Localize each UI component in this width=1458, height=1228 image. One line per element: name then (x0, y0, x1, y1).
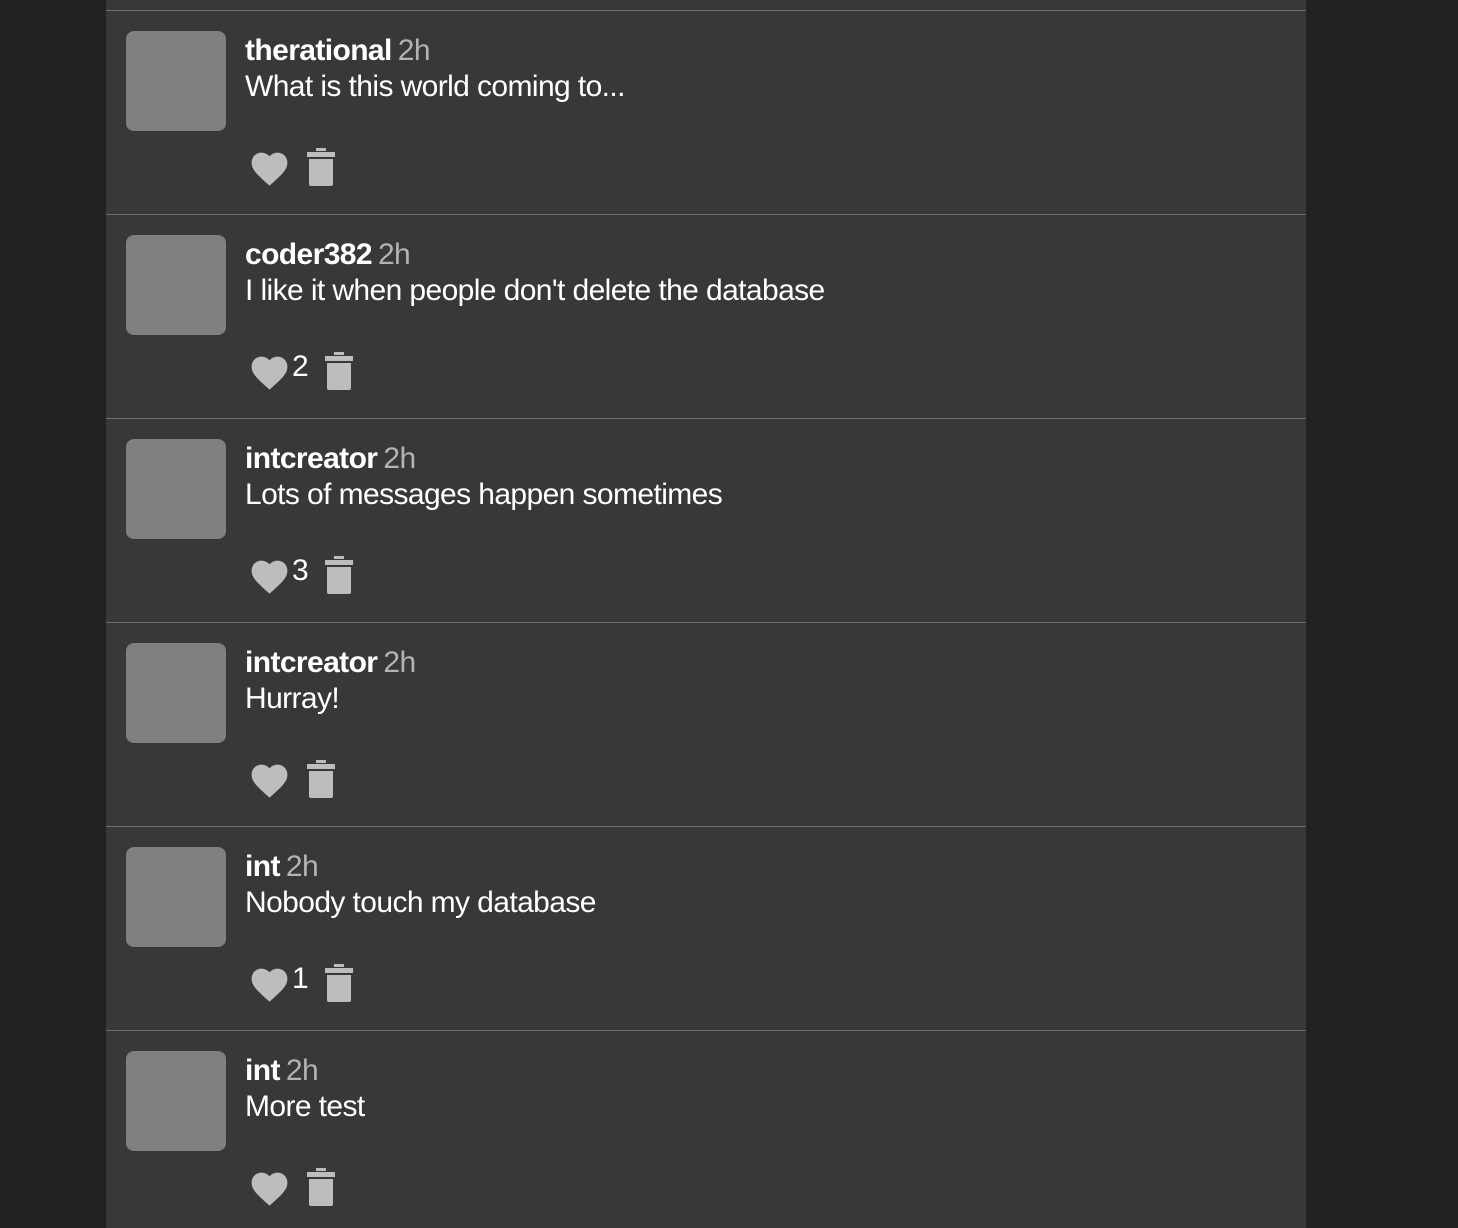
heart-icon (251, 764, 288, 798)
timestamp: 2h (377, 238, 411, 271)
timestamp: 2h (397, 34, 431, 67)
like-count: 2 (292, 350, 309, 383)
trash-icon (324, 964, 353, 1002)
post-actions (248, 1164, 335, 1210)
like-button[interactable] (248, 759, 291, 799)
post-header: intcreator 2h (245, 645, 416, 681)
avatar[interactable] (126, 1051, 226, 1151)
avatar[interactable] (126, 235, 226, 335)
message-feed: therational 2h What is this world coming … (106, 0, 1306, 1228)
trash-icon (307, 148, 335, 186)
delete-button[interactable] (324, 964, 353, 1002)
like-count: 3 (292, 554, 309, 587)
timestamp: 2h (285, 1054, 319, 1087)
username[interactable]: int (245, 1054, 280, 1087)
message-text: Lots of messages happen sometimes (245, 478, 723, 511)
heart-icon (251, 1172, 288, 1206)
delete-button[interactable] (324, 556, 353, 594)
post-actions (248, 144, 335, 190)
delete-button[interactable] (324, 352, 353, 390)
trash-icon (307, 1168, 335, 1206)
post-item: int 2h Nobody touch my database 1 (106, 826, 1306, 1029)
post-header: intcreator 2h (245, 441, 416, 477)
message-text: More test (245, 1090, 365, 1123)
like-button[interactable]: 1 (248, 962, 309, 1003)
heart-icon (251, 356, 288, 390)
post-item: intcreator 2h Lots of messages happen som… (106, 418, 1306, 621)
trash-icon (324, 352, 353, 390)
username[interactable]: intcreator (245, 646, 378, 679)
post-actions: 1 (248, 960, 353, 1006)
username[interactable]: therational (245, 34, 392, 67)
post-item: intcreator 2h Hurray! (106, 622, 1306, 825)
post-header: int 2h (245, 1053, 319, 1089)
like-count: 1 (292, 962, 309, 995)
heart-icon (251, 968, 288, 1002)
like-button[interactable]: 2 (248, 350, 309, 391)
post-header: int 2h (245, 849, 319, 885)
heart-icon (251, 560, 288, 594)
like-button[interactable] (248, 1167, 291, 1207)
like-button[interactable] (248, 147, 291, 187)
avatar[interactable] (126, 643, 226, 743)
delete-button[interactable] (307, 1168, 335, 1206)
post-item: coder382 2h I like it when people don't d… (106, 214, 1306, 417)
timestamp: 2h (383, 442, 416, 475)
delete-button[interactable] (307, 760, 335, 798)
message-text: I like it when people don't delete the d… (245, 274, 825, 307)
like-button[interactable]: 3 (248, 554, 309, 595)
message-text: Hurray! (245, 682, 340, 715)
delete-button[interactable] (307, 148, 335, 186)
message-text: What is this world coming to... (245, 70, 625, 103)
message-text: Nobody touch my database (245, 886, 596, 919)
post-item: therational 2h What is this world coming … (106, 10, 1306, 213)
avatar[interactable] (126, 439, 226, 539)
post-header: therational 2h (245, 33, 431, 69)
avatar[interactable] (126, 31, 226, 131)
username[interactable]: intcreator (245, 442, 378, 475)
post-actions (248, 756, 335, 802)
post-header: coder382 2h (245, 237, 411, 273)
avatar[interactable] (126, 847, 226, 947)
post-item: int 2h More test (106, 1030, 1306, 1228)
timestamp: 2h (285, 850, 319, 883)
username[interactable]: coder382 (245, 238, 373, 271)
timestamp: 2h (383, 646, 416, 679)
trash-icon (307, 760, 335, 798)
username[interactable]: int (245, 850, 280, 883)
trash-icon (324, 556, 353, 594)
heart-icon (251, 152, 288, 186)
post-actions: 2 (248, 348, 353, 394)
post-actions: 3 (248, 552, 353, 598)
